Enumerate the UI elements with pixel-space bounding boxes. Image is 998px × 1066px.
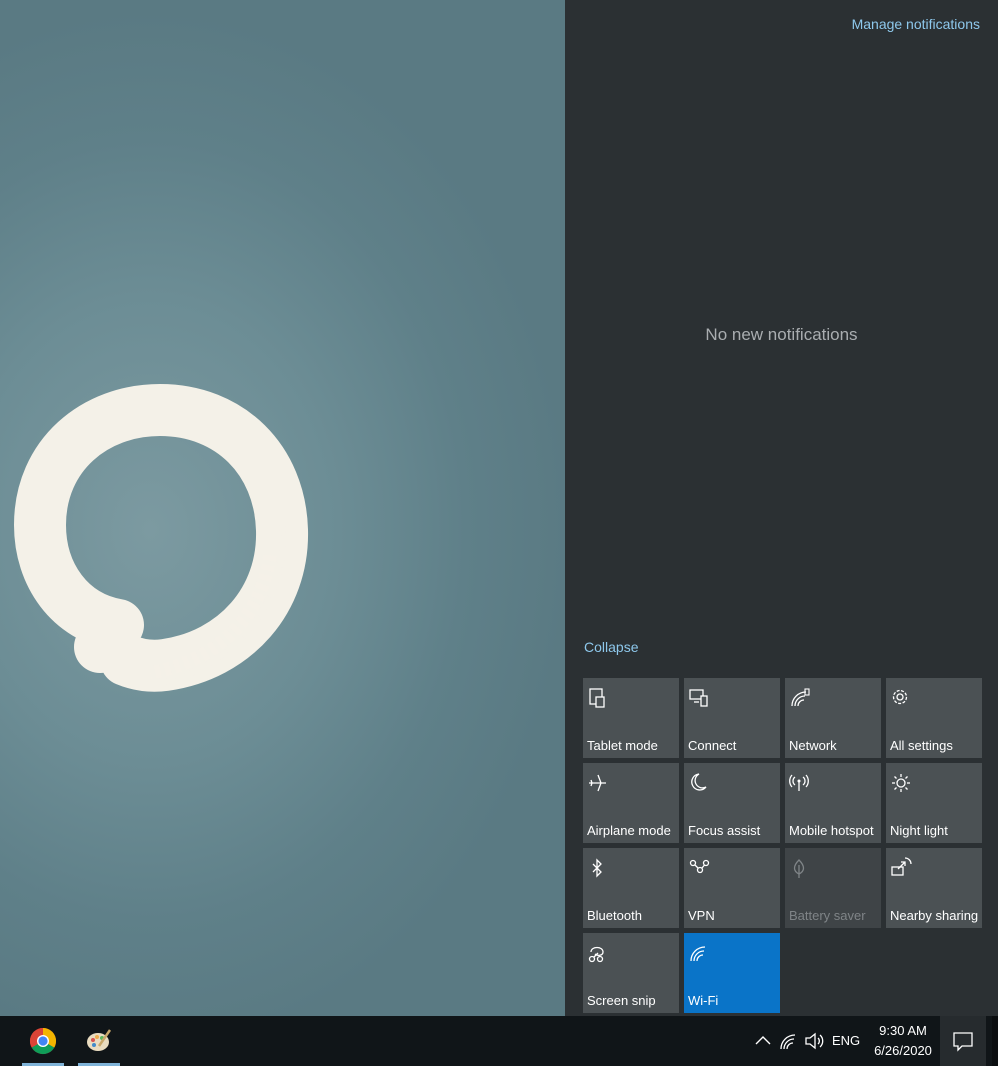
tile-label: Airplane mode [587,823,671,838]
tile-label: Battery saver [789,908,866,923]
chevron-up-icon[interactable] [752,1030,774,1052]
tile-airplane-mode[interactable]: Airplane mode [583,763,679,843]
action-center-button[interactable] [940,1016,986,1066]
tile-connect[interactable]: Connect [684,678,780,758]
input-language[interactable]: ENG [832,1033,860,1048]
hotspot-icon [789,774,809,791]
tile-all-settings[interactable]: All settings [886,678,982,758]
connect-icon [689,689,708,707]
taskbar-app-paint[interactable] [76,1016,122,1066]
tile-label: Nearby sharing [890,908,979,923]
leaf-icon [793,859,805,878]
clock-date: 6/26/2020 [874,1043,932,1058]
show-desktop-strip[interactable] [992,1016,998,1066]
tile-label: Connect [688,738,737,753]
tile-label: Bluetooth [587,908,642,923]
gear-icon [892,689,908,705]
tile-bluetooth[interactable]: Bluetooth [583,848,679,928]
manage-notifications-link[interactable]: Manage notifications [852,16,980,32]
tile-label: Tablet mode [587,738,658,753]
tile-night-light[interactable]: Night light [886,763,982,843]
enso-circle-graphic [13,383,309,692]
share-icon [891,857,912,876]
vpn-icon [689,859,710,874]
paint-icon [87,1029,112,1051]
tile-label: Focus assist [688,823,761,838]
tile-label: Network [789,738,837,753]
sun-icon [892,774,910,792]
network-icon [791,688,810,707]
tile-wifi[interactable]: Wi-Fi [684,933,780,1013]
tile-mobile-hotspot[interactable]: Mobile hotspot [785,763,881,843]
tile-label: Wi-Fi [688,993,719,1008]
clock-time: 9:30 AM [879,1023,927,1038]
tile-label: Mobile hotspot [789,823,874,838]
airplane-icon [589,774,606,792]
taskbar-app-chrome[interactable] [20,1016,66,1066]
tile-label: All settings [890,738,953,753]
taskbar: ENG 9:30 AM 6/26/2020 [0,1016,998,1066]
quick-actions-grid: Tablet mode Connect Network All settings… [583,678,982,1013]
tile-label: Night light [890,823,948,838]
moon-icon [691,773,707,791]
tile-battery-saver[interactable]: Battery saver [785,848,881,928]
clock[interactable]: 9:30 AM 6/26/2020 [868,1021,938,1061]
bluetooth-icon [592,858,602,878]
volume-icon[interactable] [804,1030,826,1052]
chrome-icon [29,1027,57,1055]
tile-vpn[interactable]: VPN [684,848,780,928]
tray-wifi-icon[interactable] [778,1030,800,1052]
snip-icon [588,946,604,963]
tile-nearby-sharing[interactable]: Nearby sharing [886,848,982,928]
collapse-link[interactable]: Collapse [584,639,638,655]
desktop-wallpaper [0,0,565,1016]
tile-focus-assist[interactable]: Focus assist [684,763,780,843]
action-center-panel: Manage notifications No new notification… [565,0,998,1016]
tile-label: VPN [688,908,715,923]
tile-network[interactable]: Network [785,678,881,758]
wifi-icon [690,946,706,962]
no-notifications-text: No new notifications [705,325,858,344]
tablet-mode-icon [589,688,605,708]
tile-tablet-mode[interactable]: Tablet mode [583,678,679,758]
tile-screen-snip[interactable]: Screen snip [583,933,679,1013]
notification-icon [953,1032,973,1052]
tile-label: Screen snip [587,993,656,1008]
